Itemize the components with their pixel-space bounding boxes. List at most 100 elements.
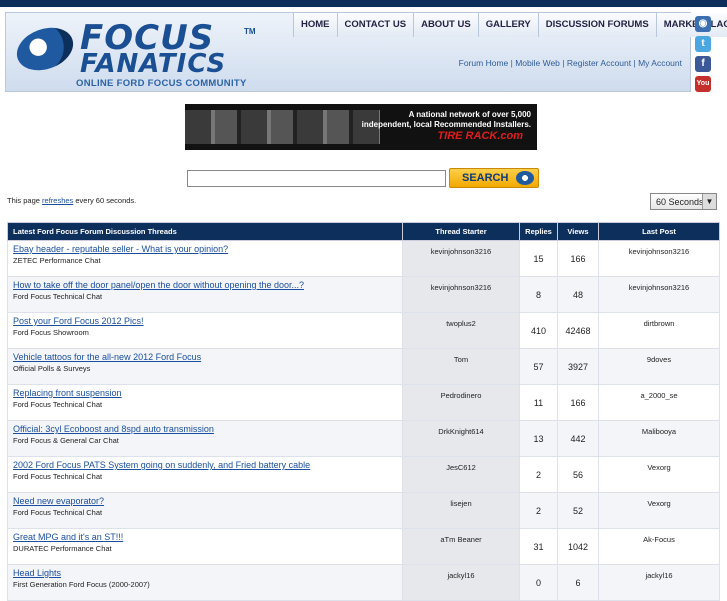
chevron-down-icon: ▼ [702,194,716,209]
thread-last-post: a_2000_se [598,384,720,421]
thread-starter: kevinjohnson3216 [402,240,520,277]
thread-replies: 2 [519,456,558,493]
col-header-threads: Latest Ford Focus Forum Discussion Threa… [7,222,403,241]
table-row: Replacing front suspension Ford Focus Tec… [7,384,720,421]
table-row: Head Lights First Generation Ford Focus (… [7,564,720,601]
thread-title-link[interactable]: Ebay header - reputable seller - What is… [13,244,397,254]
thread-replies: 57 [519,348,558,385]
thread-replies: 13 [519,420,558,457]
table-row: Post your Ford Focus 2012 Pics! Ford Focu… [7,312,720,349]
thread-last-post: Vexorg [598,456,720,493]
thread-views: 442 [557,420,599,457]
refresh-link[interactable]: refreshes [42,196,73,205]
thread-replies: 410 [519,312,558,349]
thread-title-link[interactable]: Head Lights [13,568,397,578]
thread-forum: DURATEC Performance Chat [13,544,112,553]
thread-views: 166 [557,240,599,277]
thread-starter: Pedrodinero [402,384,520,421]
thread-forum: ZETEC Performance Chat [13,256,101,265]
thread-title-link[interactable]: How to take off the door panel/open the … [13,280,397,290]
nav-about-us[interactable]: ABOUT US [414,13,479,37]
facebook-icon[interactable]: f [695,56,711,72]
table-row: Vehicle tattoos for the all-new 2012 For… [7,348,720,385]
logo-tagline: ONLINE FORD FOCUS COMMUNITY [76,78,247,89]
table-row: Need new evaporator? Ford Focus Technical… [7,492,720,529]
thread-starter: JesC612 [402,456,520,493]
twitter-icon[interactable]: t [695,36,711,52]
subnav-forum-home[interactable]: Forum Home [459,58,509,68]
nav-discussion-forums[interactable]: DISCUSSION FORUMS [538,13,657,37]
thread-starter: aTm Beaner [402,528,520,565]
social-icons: ◉ t f You [695,16,713,96]
thread-starter: DrkKnight614 [402,420,520,457]
thread-forum: Ford Focus Showroom [13,328,89,337]
col-header-views: Views [557,222,599,241]
thread-starter: Tom [402,348,520,385]
col-header-last-post: Last Post [598,222,720,241]
thread-title-link[interactable]: Official: 3cyl Ecoboost and 8spd auto tr… [13,424,397,434]
thread-forum: First Generation Ford Focus (2000-2007) [13,580,150,589]
thread-views: 1042 [557,528,599,565]
table-row: 2002 Ford Focus PATS System going on sud… [7,456,720,493]
thread-title-link[interactable]: Vehicle tattoos for the all-new 2012 For… [13,352,397,362]
search-button[interactable]: SEARCH [449,168,539,188]
tire-rack-banner-ad[interactable]: A national network of over 5,000 indepen… [185,104,537,150]
search-input[interactable] [187,170,446,187]
thread-replies: 8 [519,276,558,313]
search-button-label: SEARCH [462,172,509,184]
threads-table: Latest Ford Focus Forum Discussion Threa… [7,222,720,601]
thread-forum: Ford Focus & General Car Chat [13,436,119,445]
thread-views: 3927 [557,348,599,385]
focus-logo-icon [516,171,534,185]
nav-marketplace[interactable]: MARKETPLACE [656,13,727,37]
thread-title-link[interactable]: Replacing front suspension [13,388,397,398]
thread-replies: 0 [519,564,558,601]
table-row: How to take off the door panel/open the … [7,276,720,313]
subnav-mobile-web[interactable]: Mobile Web [515,58,560,68]
thread-views: 6 [557,564,599,601]
thread-replies: 11 [519,384,558,421]
site-header: FOCUS FANATICS TM ONLINE FORD FOCUS COMM… [5,12,727,92]
thread-starter: kevinjohnson3216 [402,276,520,313]
table-row: Great MPG and it's an ST!!! DURATEC Perfo… [7,528,720,565]
thread-title-link[interactable]: Post your Ford Focus 2012 Pics! [13,316,397,326]
thread-replies: 2 [519,492,558,529]
site-logo[interactable]: FOCUS FANATICS TM ONLINE FORD FOCUS COMM… [10,20,286,91]
nav-home[interactable]: HOME [294,13,338,37]
table-row: Official: 3cyl Ecoboost and 8spd auto tr… [7,420,720,457]
banner-image-strip [185,110,380,144]
thread-starter: twoplus2 [402,312,520,349]
thread-views: 42468 [557,312,599,349]
nav-contact-us[interactable]: CONTACT US [337,13,415,37]
thread-views: 48 [557,276,599,313]
youtube-icon[interactable]: You [695,76,711,92]
col-header-replies: Replies [519,222,558,241]
focus-fanatics-logo-icon [10,20,80,78]
thread-last-post: dirtbrown [598,312,720,349]
thread-replies: 31 [519,528,558,565]
thread-last-post: kevinjohnson3216 [598,276,720,313]
thread-last-post: Malibooya [598,420,720,457]
refresh-suffix: every 60 seconds. [73,196,137,205]
rss-icon[interactable]: ◉ [695,16,711,32]
banner-brand: TIRE RACK.com [437,130,523,142]
thread-forum: Ford Focus Technical Chat [13,400,103,409]
thread-title-link[interactable]: Great MPG and it's an ST!!! [13,532,397,542]
thread-views: 166 [557,384,599,421]
thread-title-link[interactable]: 2002 Ford Focus PATS System going on sud… [13,460,397,470]
thread-last-post: 9doves [598,348,720,385]
thread-forum: Ford Focus Technical Chat [13,508,103,517]
logo-trademark: TM [244,27,256,36]
thread-starter: lisejen [402,492,520,529]
subnav-my-account[interactable]: My Account [638,58,682,68]
thread-forum: Ford Focus Technical Chat [13,292,103,301]
thread-title-link[interactable]: Need new evaporator? [13,496,397,506]
refresh-interval-value: 60 Seconds [656,197,704,207]
thread-views: 56 [557,456,599,493]
subnav-separator: | [559,58,567,68]
refresh-interval-select[interactable]: 60 Seconds ▼ [650,193,717,210]
logo-word-fanatics: FANATICS [80,49,227,79]
thread-views: 52 [557,492,599,529]
nav-gallery[interactable]: GALLERY [478,13,539,37]
subnav-register-account[interactable]: Register Account [567,58,631,68]
